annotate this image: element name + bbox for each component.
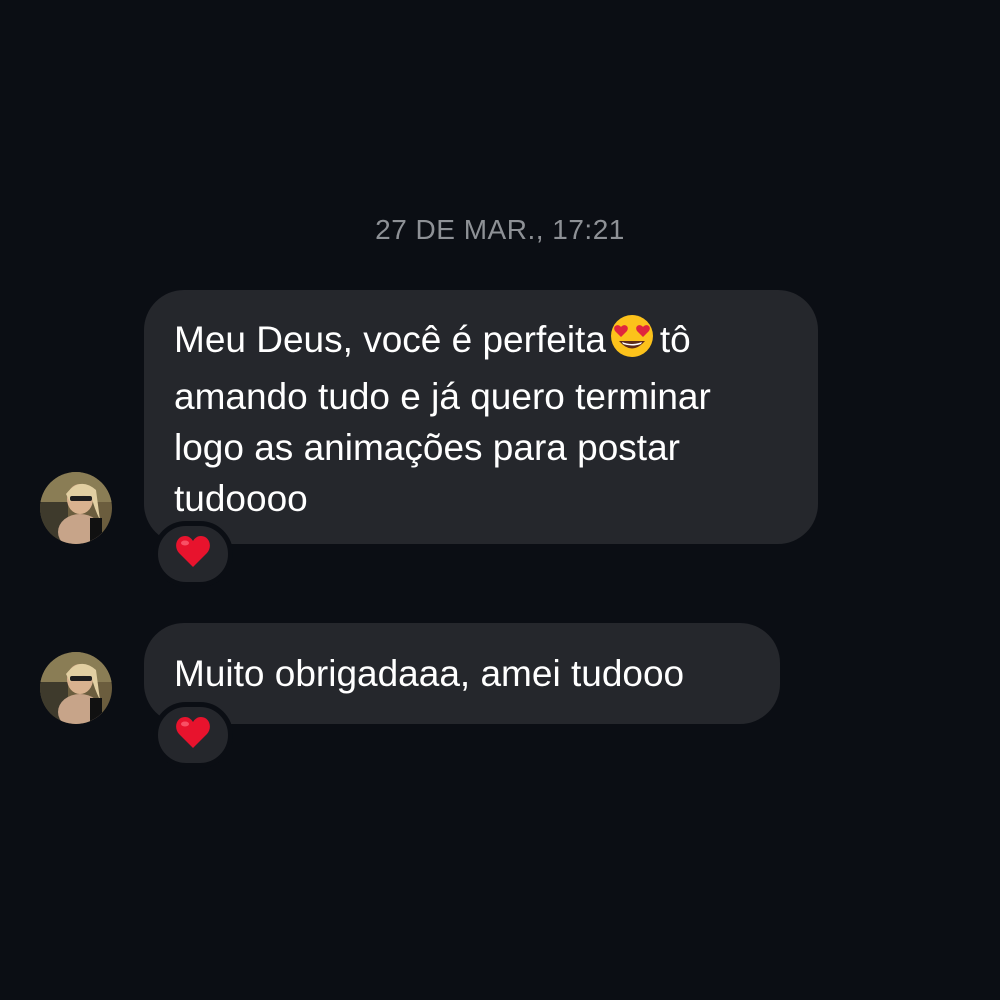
sender-avatar[interactable]	[40, 472, 112, 544]
sender-avatar[interactable]	[40, 652, 112, 724]
message-bubble[interactable]: Meu Deus, você é perfeita tô amando tudo…	[144, 290, 818, 544]
message-line: tudoooo	[174, 478, 308, 519]
message-timestamp: 27 DE MAR., 17:21	[375, 214, 625, 245]
message-line: amando tudo e já quero terminar	[174, 376, 711, 417]
message-line: logo as animações para postar	[174, 427, 680, 468]
heart-reaction[interactable]	[153, 702, 233, 768]
chat-screen: 27 DE MAR., 17:21 Meu Deus, você é perfe…	[0, 0, 1000, 1000]
heart-icon	[175, 716, 211, 755]
heart-eyes-emoji-icon	[610, 314, 654, 371]
heart-icon	[175, 535, 211, 574]
heart-reaction[interactable]	[153, 521, 233, 587]
message-line: Muito obrigadaaa, amei tudooo	[174, 653, 685, 694]
message-bubble[interactable]: Muito obrigadaaa, amei tudooo	[144, 623, 780, 724]
message-line: Meu Deus, você é perfeita tô	[174, 314, 788, 371]
